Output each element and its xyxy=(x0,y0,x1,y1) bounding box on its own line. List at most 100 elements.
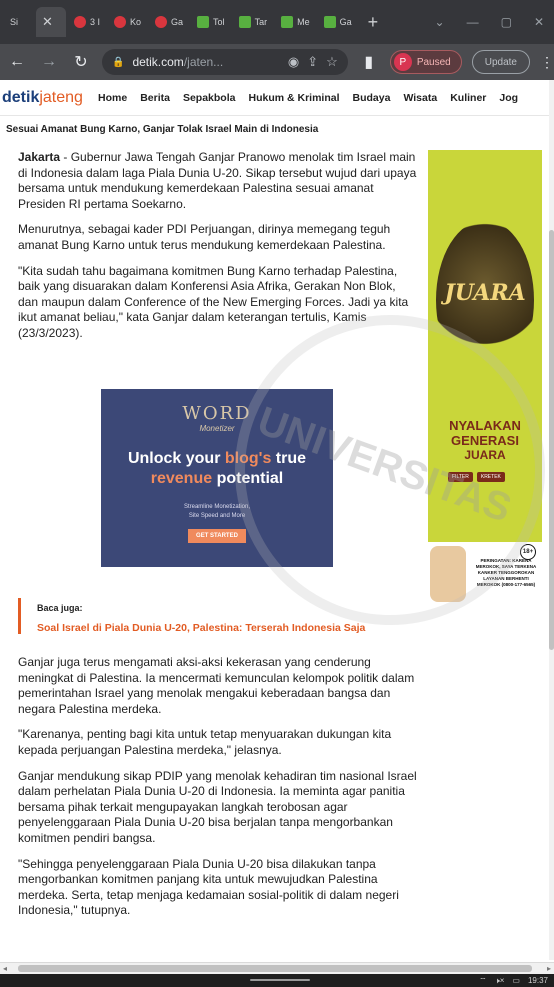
bookmark-star-icon[interactable]: ☆ xyxy=(326,54,338,70)
sidebar-advertisement[interactable]: JUARA NYALAKAN GENERASI JUARA FILTER KRET… xyxy=(428,150,542,610)
nav-wisata[interactable]: Wisata xyxy=(403,92,437,104)
inline-advertisement[interactable]: WORD Monetizer Unlock your blog's true r… xyxy=(101,389,333,567)
tab-label: Ko xyxy=(130,17,142,27)
browser-tab[interactable]: Ga xyxy=(318,7,358,37)
detik-favicon-icon xyxy=(114,16,127,28)
forward-icon[interactable]: → xyxy=(38,53,60,71)
tab-label: 3 I xyxy=(90,17,101,27)
browser-tab[interactable]: Ga xyxy=(149,7,189,37)
health-warning: 18+ PERINGATAN: KARENA MEROKOK, SAYA TER… xyxy=(428,542,542,610)
ad-tagline: NYALAKAN GENERASI xyxy=(428,418,542,448)
related-article-link[interactable]: Soal Israel di Piala Dunia U-20, Palesti… xyxy=(37,622,418,634)
system-taskbar: ⌔ 🕨× ▭ 19:37 xyxy=(0,974,554,987)
article-paragraph: Ganjar juga terus mengamati aksi-aksi ke… xyxy=(18,655,415,716)
warning-text: PERINGATAN: KARENA MEROKOK, SAYA TERKENA… xyxy=(475,558,537,587)
tab-label: Me xyxy=(297,17,310,27)
tab-favicon-icon xyxy=(197,16,210,28)
tab-search-icon[interactable]: ⌄ xyxy=(435,15,445,29)
ad-headline-part: potential xyxy=(216,470,284,487)
menu-kebab-icon[interactable]: ⋮ xyxy=(540,54,554,71)
battery-icon[interactable]: ▭ xyxy=(512,976,520,985)
new-tab-button[interactable]: + xyxy=(360,12,387,33)
nav-kuliner[interactable]: Kuliner xyxy=(450,92,486,104)
nav-hukum-kriminal[interactable]: Hukum & Kriminal xyxy=(248,92,339,104)
ad-subtext-line: Site Speed and More xyxy=(188,513,246,519)
tab-favicon-icon xyxy=(323,16,336,28)
profile-button[interactable]: P Paused xyxy=(389,50,462,74)
browser-tab[interactable]: Tol xyxy=(191,7,231,37)
vertical-scrollbar[interactable] xyxy=(549,80,554,960)
ad-flavor-badge: FILTER xyxy=(448,472,473,482)
nav-budaya[interactable]: Budaya xyxy=(353,92,391,104)
tab-favicon-icon xyxy=(238,16,251,28)
ad-flavor-badge: KRETEK xyxy=(476,472,505,482)
home-indicator[interactable] xyxy=(250,979,310,981)
related-label: Baca juga: xyxy=(37,603,83,613)
browser-tab[interactable]: Ko xyxy=(108,7,147,37)
article-body: Jakarta - Gubernur Jawa Tengah Ganjar Pr… xyxy=(18,150,418,352)
ad-brand-logo: WORD xyxy=(182,403,252,424)
site-logo[interactable]: detikjateng xyxy=(0,89,98,107)
logo-region: jateng xyxy=(39,88,83,106)
wifi-icon[interactable]: ⌔ xyxy=(479,976,487,986)
tab-label: Si xyxy=(10,17,19,27)
window-close-icon[interactable]: ✕ xyxy=(534,15,544,29)
reload-icon[interactable]: ↻ xyxy=(70,52,92,72)
nav-jogja[interactable]: Jog xyxy=(499,92,518,104)
volume-muted-icon[interactable]: 🕨× xyxy=(495,976,505,986)
update-button[interactable]: Update xyxy=(471,50,530,74)
related-article-box: Baca juga: Soal Israel di Piala Dunia U-… xyxy=(18,598,418,634)
minimize-icon[interactable]: — xyxy=(467,15,479,29)
ad-subtext-line: Streamline Monetization, xyxy=(183,504,251,510)
browser-tab-strip: Si ✕ 3 I Ko Ga Tol Tar Me Ga + ⌄ — ▢ ✕ xyxy=(0,0,554,44)
tab-label: Ga xyxy=(339,17,352,27)
article-paragraph: Ganjar mendukung sikap PDIP yang menolak… xyxy=(18,768,417,845)
ad-tagline-line: NYALAKAN xyxy=(449,418,521,433)
tab-favicon-icon xyxy=(281,16,294,28)
close-icon[interactable]: ✕ xyxy=(42,14,53,30)
share-icon[interactable]: ⇪ xyxy=(307,54,318,70)
clock[interactable]: 19:37 xyxy=(528,976,548,985)
browser-tab[interactable]: Me xyxy=(275,7,316,37)
ad-headline: Unlock your blog's true revenue potentia… xyxy=(101,449,333,489)
ad-tagline-line: GENERASI xyxy=(451,433,519,448)
article-paragraph: "Karenanya, penting bagi kita untuk teta… xyxy=(18,727,392,757)
address-bar[interactable]: 🔒 detik.com/jaten... ◉ ⇪ ☆ xyxy=(102,49,348,75)
url-text[interactable]: detik.com/jaten... xyxy=(132,55,279,69)
lock-icon[interactable]: 🔒 xyxy=(112,57,124,68)
profile-status: Paused xyxy=(416,56,451,68)
tab-label: Tar xyxy=(254,17,268,27)
google-lens-icon[interactable]: ◉ xyxy=(288,54,299,70)
site-header: detikjateng Home Berita Sepakbola Hukum … xyxy=(0,80,554,116)
ad-subtext: Streamline Monetization, Site Speed and M… xyxy=(101,503,333,521)
browser-tab[interactable]: Si xyxy=(4,7,34,37)
side-panel-icon[interactable]: ▮ xyxy=(358,52,380,72)
ad-brand: JUARA xyxy=(444,280,526,306)
horizontal-scroll-thumb[interactable] xyxy=(18,965,532,972)
browser-tab[interactable]: 3 I xyxy=(68,7,106,37)
logo-detik: detik xyxy=(2,88,40,106)
article-paragraph: "Kita sudah tahu bagaimana komitmen Bung… xyxy=(18,263,409,340)
warning-image xyxy=(430,546,466,602)
nav-sepakbola[interactable]: Sepakbola xyxy=(183,92,236,104)
nav-berita[interactable]: Berita xyxy=(140,92,170,104)
ad-brand-sub: Monetizer xyxy=(199,424,235,433)
avatar: P xyxy=(393,53,412,71)
vertical-scroll-thumb[interactable] xyxy=(549,230,554,650)
ad-headline-highlight: blog's xyxy=(224,450,272,467)
browser-tab-active[interactable]: ✕ xyxy=(36,7,66,37)
tab-label: Tol xyxy=(213,17,225,27)
ad-cta-button[interactable]: GET STARTED xyxy=(188,529,246,543)
nav-home[interactable]: Home xyxy=(98,92,127,104)
main-nav: Home Berita Sepakbola Hukum & Kriminal B… xyxy=(98,92,531,104)
url-domain: detik.com xyxy=(132,55,184,69)
article-paragraph: Jakarta - Gubernur Jawa Tengah Ganjar Pr… xyxy=(18,150,418,212)
back-icon[interactable]: ← xyxy=(6,53,28,71)
browser-tab[interactable]: Tar xyxy=(233,7,274,37)
dateline: Jakarta xyxy=(18,150,61,164)
maximize-icon[interactable]: ▢ xyxy=(501,15,512,29)
horizontal-scrollbar[interactable]: ◂ ▸ xyxy=(0,962,554,974)
article-headline: Sesuai Amanat Bung Karno, Ganjar Tolak I… xyxy=(6,124,319,135)
ad-headline-highlight: revenue xyxy=(150,470,217,487)
ad-headline-part: true xyxy=(271,450,307,467)
